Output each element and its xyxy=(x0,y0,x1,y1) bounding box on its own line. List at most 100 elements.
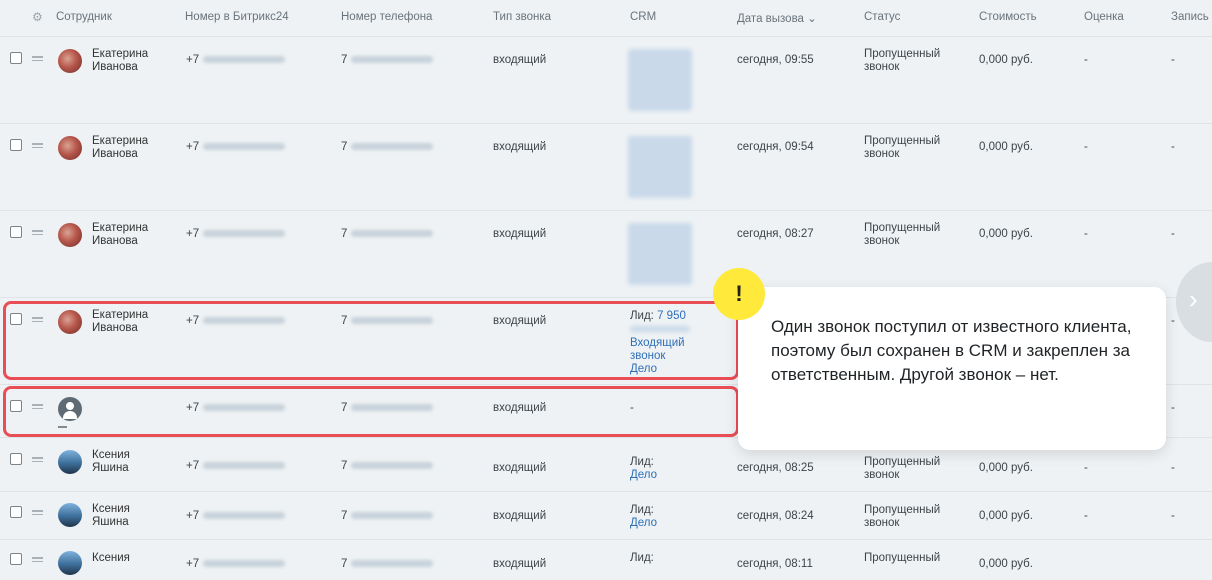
col-status[interactable]: Статус xyxy=(864,11,900,23)
phone-number: 7 xyxy=(341,54,434,67)
col-phone[interactable]: Номер телефона xyxy=(341,11,432,23)
phone-prefix: 7 xyxy=(341,141,348,153)
col-record[interactable]: Запись xyxy=(1171,11,1209,23)
call-rating: - xyxy=(1084,141,1088,153)
bitrix-number: +7 xyxy=(186,141,286,154)
col-call-date[interactable]: Дата вызова ⌄ xyxy=(737,11,817,25)
crm-lead[interactable]: Лид: Дело xyxy=(630,504,657,530)
call-status: Пропущенный xyxy=(864,552,941,564)
bitrix-number-prefix: +7 xyxy=(186,54,200,66)
row-checkbox[interactable] xyxy=(10,506,22,518)
employee-name[interactable]: Екатерина Иванова xyxy=(92,135,148,161)
call-rating: - xyxy=(1084,462,1088,474)
drag-handle-icon[interactable] xyxy=(32,510,43,518)
employee-last-name: Яшина xyxy=(92,516,129,528)
crm-activity-link[interactable]: Дело xyxy=(630,469,657,482)
bitrix-number-prefix: +7 xyxy=(186,141,200,153)
row-checkbox[interactable] xyxy=(10,52,22,64)
redacted-number xyxy=(203,560,286,568)
employee-name[interactable]: Ксения xyxy=(92,552,130,565)
bitrix-number: +7 xyxy=(186,54,286,67)
employee-first-name: Ксения xyxy=(92,503,130,515)
calls-table: ⚙ Сотрудник Номер в Битрикс24 Номер теле… xyxy=(0,0,1212,580)
employee-name[interactable]: Екатерина Иванова xyxy=(92,222,148,248)
phone-prefix: 7 xyxy=(341,510,348,522)
status-line1: Пропущенный xyxy=(864,48,941,60)
call-status: Пропущенный звонок xyxy=(864,135,940,161)
redacted-number xyxy=(203,230,286,238)
employee-name[interactable]: Ксения Яшина xyxy=(92,449,130,475)
callout-text: Один звонок поступил от известного клиен… xyxy=(771,317,1132,384)
call-date: сегодня, 08:25 xyxy=(737,462,814,474)
col-cost[interactable]: Стоимость xyxy=(979,11,1037,23)
table-row[interactable]: Ксения +7 7 входящий Лид: сегодня, 08:11… xyxy=(0,540,1212,580)
crm-redacted xyxy=(628,223,692,285)
row-checkbox[interactable] xyxy=(10,139,22,151)
bitrix-number-prefix: +7 xyxy=(186,228,200,240)
employee-name[interactable]: Екатерина Иванова xyxy=(92,48,148,74)
drag-handle-icon[interactable] xyxy=(32,557,43,565)
call-date: сегодня, 08:24 xyxy=(737,510,814,522)
call-cost: 0,000 руб. xyxy=(979,54,1033,66)
status-line2: звонок xyxy=(864,469,900,481)
phone-number: 7 xyxy=(341,460,434,473)
avatar xyxy=(58,136,82,160)
phone-prefix: 7 xyxy=(341,558,348,570)
table-row[interactable]: Екатерина Иванова +7 7 входящий сегодня, … xyxy=(0,211,1212,298)
status-line1: Пропущенный xyxy=(864,504,941,516)
redacted-number xyxy=(203,512,286,520)
drag-handle-icon[interactable] xyxy=(32,457,43,465)
bitrix-number-prefix: +7 xyxy=(186,510,200,522)
gear-icon[interactable]: ⚙ xyxy=(32,10,43,24)
row-checkbox[interactable] xyxy=(10,553,22,565)
status-line1: Пропущенный xyxy=(864,135,941,147)
status-line2: звонок xyxy=(864,235,900,247)
table-row[interactable]: Ксения Яшина +7 7 входящий Лид: Дело сегод… xyxy=(0,492,1212,540)
phone-number: 7 xyxy=(341,228,434,241)
crm-lead[interactable]: Лид: Дело xyxy=(630,456,657,482)
row-checkbox[interactable] xyxy=(10,226,22,238)
col-employee[interactable]: Сотрудник xyxy=(56,11,112,23)
redacted-number xyxy=(351,230,434,238)
col-rating[interactable]: Оценка xyxy=(1084,11,1124,23)
bitrix-number-prefix: +7 xyxy=(186,558,200,570)
bitrix-number: +7 xyxy=(186,510,286,523)
employee-last-name: Иванова xyxy=(92,61,138,73)
phone-prefix: 7 xyxy=(341,460,348,472)
col-crm[interactable]: CRM xyxy=(630,11,656,23)
table-row[interactable]: Екатерина Иванова +7 7 входящий сегодня, … xyxy=(0,37,1212,124)
employee-last-name: Яшина xyxy=(92,462,129,474)
call-date: сегодня, 09:54 xyxy=(737,141,814,153)
call-record: - xyxy=(1171,54,1175,66)
call-rating: - xyxy=(1084,54,1088,66)
redacted-number xyxy=(351,512,434,520)
chevron-right-icon: › xyxy=(1189,284,1198,314)
avatar xyxy=(58,503,82,527)
col-call-date-label: Дата вызова xyxy=(737,13,804,25)
col-call-type[interactable]: Тип звонка xyxy=(493,11,551,23)
redacted-number xyxy=(351,143,434,151)
call-status: Пропущенный звонок xyxy=(864,504,940,530)
table-row[interactable]: Екатерина Иванова +7 7 входящий сегодня, … xyxy=(0,124,1212,211)
status-line2: звонок xyxy=(864,517,900,529)
col-bitrix-number[interactable]: Номер в Битрикс24 xyxy=(185,11,289,23)
highlight-known-client-call xyxy=(3,301,739,380)
employee-first-name: Екатерина xyxy=(92,48,149,60)
avatar xyxy=(58,450,82,474)
drag-handle-icon[interactable] xyxy=(32,230,43,238)
employee-first-name: Екатерина xyxy=(92,222,149,234)
employee-name[interactable]: Ксения Яшина xyxy=(92,503,130,529)
row-checkbox[interactable] xyxy=(10,453,22,465)
phone-prefix: 7 xyxy=(341,54,348,66)
call-type: входящий xyxy=(493,228,547,240)
redacted-number xyxy=(351,560,434,568)
drag-handle-icon[interactable] xyxy=(32,56,43,64)
status-line2: звонок xyxy=(864,148,900,160)
call-record: - xyxy=(1171,141,1175,153)
status-line1: Пропущенный xyxy=(864,456,941,468)
highlight-unknown-call xyxy=(3,386,739,437)
call-rating: - xyxy=(1084,510,1088,522)
explanation-callout: Один звонок поступил от известного клиен… xyxy=(738,287,1166,450)
crm-activity-link[interactable]: Дело xyxy=(630,517,657,530)
drag-handle-icon[interactable] xyxy=(32,143,43,151)
